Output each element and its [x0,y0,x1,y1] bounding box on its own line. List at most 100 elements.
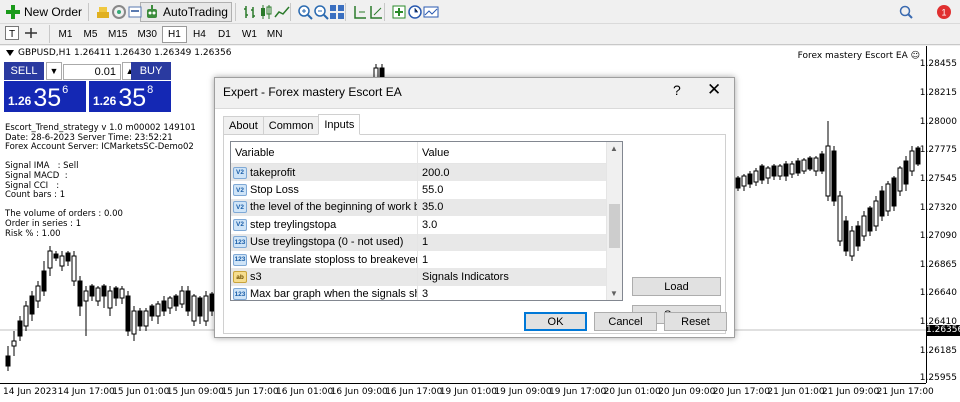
signals-icon[interactable] [108,4,127,20]
main-toolbar: New Order AutoTrading 1 [0,0,960,24]
grid-scrollbar[interactable]: ▲ ▼ [606,142,622,300]
value-cell[interactable]: 200.0 [418,167,608,179]
value-cell[interactable]: Signals Indicators [418,271,608,283]
tile-windows-icon[interactable] [326,4,344,20]
periods-icon[interactable] [404,4,422,20]
value-cell[interactable]: 3 [418,288,608,300]
reset-button[interactable]: Reset [664,312,727,331]
auto-trading-button[interactable]: AutoTrading [140,1,232,22]
candle-body [885,183,891,212]
search-icon[interactable] [898,4,914,20]
candle-body [873,200,879,227]
scroll-down-arrow-icon[interactable]: ▼ [610,289,618,298]
time-label: 16 Jun 17:00 [385,387,443,397]
timeframe-d1[interactable]: D1 [212,26,237,43]
grid-rows: V2 takeprofit 200.0 V2 Stop Loss 55.0 V2 the le… [231,164,622,300]
buy-button[interactable]: BUY [131,62,171,80]
candlestick-icon[interactable] [255,4,272,20]
plus-icon [5,4,21,20]
bid-quote[interactable]: 1.26 35 6 [4,81,86,112]
candle-body [903,160,909,185]
ok-button[interactable]: OK [524,312,587,331]
text-tool-icon[interactable]: T [2,26,20,42]
timeframe-m15[interactable]: M15 [103,26,132,43]
input-row[interactable]: 123Max bar graph when the signals should… [231,285,622,300]
time-label: 19 Jun 17:00 [549,387,607,397]
candle-body [789,163,795,175]
toolbar-separator [88,2,90,21]
timeframe-m30[interactable]: M30 [132,26,161,43]
load-button[interactable]: Load [632,277,721,296]
indicators-icon[interactable] [388,4,406,20]
gold-bars-icon[interactable] [92,4,110,20]
line-chart-icon[interactable] [271,4,290,20]
value-cell[interactable]: 1 [418,254,608,266]
notification-icon[interactable]: 1 [936,4,952,20]
sell-button[interactable]: SELL [4,62,44,80]
scrollbar-thumb[interactable] [609,204,620,248]
double-type-icon: V2 [233,218,247,231]
toolbar-separator [344,2,346,21]
input-row[interactable]: V2 step treylingstopa 3.0 [231,216,622,234]
buy-label: BUY [139,65,163,77]
new-order-button[interactable]: New Order [2,2,85,22]
candle-body [149,305,155,317]
input-row[interactable]: ab s3 Signals Indicators [231,268,622,286]
price-label: 1.27320 [919,203,957,213]
timeframe-w1[interactable]: W1 [237,26,262,43]
price-label: 1.28215 [919,88,957,98]
input-row[interactable]: V2 takeprofit 200.0 [231,164,622,182]
input-row[interactable]: V2the level of the beginning of work bez… [231,198,622,217]
bar-chart-icon[interactable] [239,4,255,20]
lot-input[interactable]: 0.01 [63,64,121,80]
time-label: 14 Jun 17:00 [57,387,115,397]
templates-icon[interactable] [420,4,439,20]
autoscroll-icon[interactable] [365,4,382,20]
market-icon[interactable] [124,4,142,20]
close-button[interactable]: ✕ [707,80,721,100]
variable-cell: 123We translate stoploss to breakeven an… [231,250,418,269]
timeframe-list: M1 M5 M15 M30 H1 H4 D1 W1 MN [53,25,288,43]
ask-quote[interactable]: 1.26 35 8 [89,81,171,112]
timeframe-h1[interactable]: H1 [161,25,187,43]
grid-header: Variable Value [231,142,622,164]
arrows-tool-icon[interactable] [20,26,46,42]
tab-common[interactable]: Common [262,116,320,135]
value-cell[interactable]: 3.0 [418,219,608,231]
integer-type-icon: 123 [233,253,247,266]
column-value[interactable]: Value [418,142,608,163]
candle-body [891,177,897,207]
column-variable[interactable]: Variable [231,142,418,163]
timeframe-m1[interactable]: M1 [53,26,78,43]
zoom-in-icon[interactable] [294,4,313,20]
tab-about[interactable]: About [223,116,264,135]
svg-text:1: 1 [941,7,946,17]
candle-body [35,285,41,302]
timeframe-mn[interactable]: MN [262,26,288,43]
cancel-button[interactable]: Cancel [594,312,657,331]
candle-body [819,153,825,172]
time-label: 21 Jun 17:00 [876,387,934,397]
ea-info-panel: Escort_Trend_strategy v 1.0 m00002 14910… [5,123,196,239]
zoom-out-icon[interactable] [310,4,329,20]
input-row[interactable]: 123 Use treylingstopa (0 - not used) 1 [231,233,622,251]
time-label: 15 Jun 01:00 [112,387,170,397]
help-button[interactable]: ? [673,82,681,98]
value-cell[interactable]: 1 [418,236,608,248]
tab-inputs[interactable]: Inputs [318,114,361,135]
timeframe-label: H1 [168,28,181,40]
lot-decrease-button[interactable]: ▼ [46,62,62,80]
double-type-icon: V2 [233,184,247,197]
candle-body [29,295,35,315]
input-row[interactable]: V2 Stop Loss 55.0 [231,181,622,199]
value-cell[interactable]: 35.0 [418,201,608,213]
input-row[interactable]: 123We translate stoploss to breakeven an… [231,250,622,269]
scroll-up-arrow-icon[interactable]: ▲ [610,144,618,153]
price-label: 1.27090 [919,231,957,241]
time-axis[interactable]: 14 Jun 2023 14 Jun 17:00 15 Jun 01:00 15 Ju… [0,383,934,402]
value-cell[interactable]: 55.0 [418,184,608,196]
candle-body [65,252,71,262]
timeframe-h4[interactable]: H4 [187,26,212,43]
timeframe-m5[interactable]: M5 [78,26,103,43]
chart-shift-icon[interactable] [349,4,366,20]
